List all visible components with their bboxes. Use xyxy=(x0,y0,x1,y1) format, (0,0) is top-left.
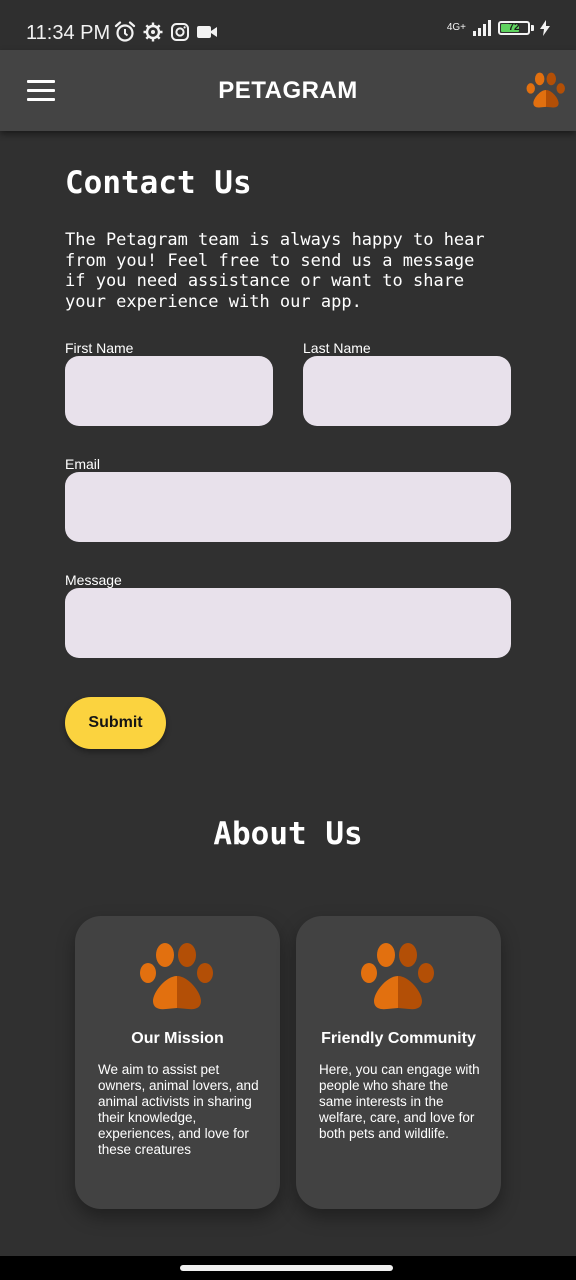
video-camera-icon xyxy=(197,26,217,38)
email-label: Email xyxy=(65,456,101,472)
message-label: Message xyxy=(65,572,122,588)
first-name-field[interactable] xyxy=(65,356,273,426)
last-name-field[interactable] xyxy=(303,356,511,426)
card-text: Here, you can engage with people who sha… xyxy=(319,1062,480,1141)
settings-gear-icon xyxy=(143,22,163,42)
instagram-icon xyxy=(171,23,189,41)
network-type-label: 4G+ xyxy=(446,22,466,33)
email-field[interactable] xyxy=(65,472,511,542)
screen: 11:34 PM 4G+ 72 PETAGRAM Contact Us The … xyxy=(0,0,576,1280)
first-name-label: First Name xyxy=(65,340,134,356)
mission-card: Our Mission We aim to assist pet owners,… xyxy=(75,916,280,1209)
message-field[interactable] xyxy=(65,588,511,658)
status-bar: 11:34 PM 4G+ 72 xyxy=(0,0,576,50)
signal-icon xyxy=(473,20,491,36)
home-gesture-handle[interactable] xyxy=(180,1265,393,1271)
status-time: 11:34 PM xyxy=(26,22,111,44)
card-title: Our Mission xyxy=(131,1030,224,1047)
paw-icon xyxy=(139,942,215,1010)
paw-icon[interactable] xyxy=(526,72,566,108)
battery-cap xyxy=(531,25,534,31)
status-icons-right: 4G+ 72 xyxy=(447,20,550,36)
card-title: Friendly Community xyxy=(321,1030,476,1047)
battery-icon: 72 xyxy=(498,21,530,35)
charging-icon xyxy=(540,20,550,36)
system-navigation-bar xyxy=(0,1256,576,1280)
battery-level: 72 xyxy=(508,22,520,33)
app-title: PETAGRAM xyxy=(218,77,358,104)
last-name-label: Last Name xyxy=(303,340,371,356)
card-text: We aim to assist pet owners, animal love… xyxy=(98,1062,259,1157)
alarm-icon xyxy=(114,21,136,42)
paw-icon xyxy=(360,942,436,1010)
submit-button[interactable]: Submit xyxy=(65,697,166,749)
status-icons-left xyxy=(114,21,218,43)
community-card: Friendly Community Here, you can engage … xyxy=(296,916,501,1209)
contact-title: Contact Us xyxy=(65,165,252,201)
contact-intro: The Petagram team is always happy to hea… xyxy=(65,230,485,312)
app-bar: PETAGRAM xyxy=(0,50,576,131)
about-title: About Us xyxy=(213,816,363,852)
